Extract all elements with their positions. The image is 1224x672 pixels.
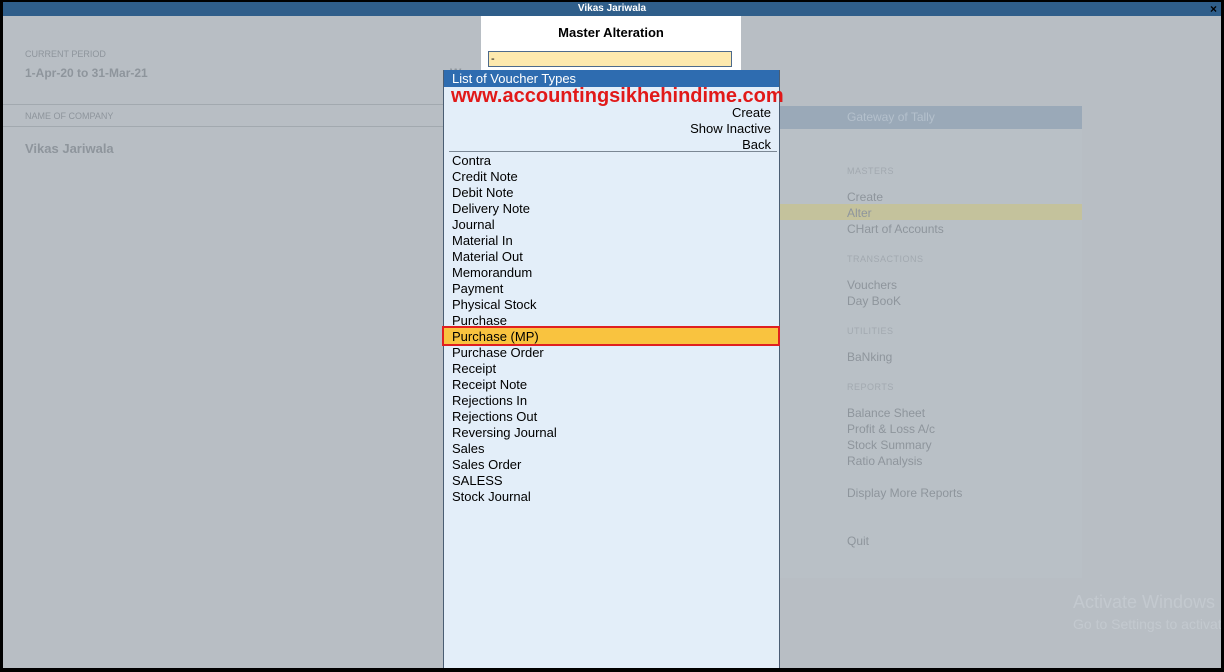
voucher-type-item[interactable]: Material Out: [452, 249, 523, 264]
voucher-type-item[interactable]: Stock Journal: [452, 489, 531, 504]
voucher-type-item[interactable]: Contra: [452, 153, 491, 168]
gateway-item-profit-loss[interactable]: Profit & Loss A/c: [847, 422, 935, 436]
gateway-item-day-book[interactable]: Day BooK: [847, 294, 901, 308]
gateway-item-quit[interactable]: Quit: [847, 534, 869, 548]
company-name-label: NAME OF COMPANY: [25, 111, 114, 121]
voucher-type-item[interactable]: Sales: [452, 441, 485, 456]
transactions-section-label: TRANSACTIONS: [847, 254, 924, 264]
close-icon[interactable]: ×: [1210, 2, 1217, 16]
gateway-item-alter[interactable]: Alter: [847, 206, 872, 220]
master-alteration-input[interactable]: -: [488, 51, 732, 67]
create-button[interactable]: Create: [732, 105, 771, 120]
voucher-type-item[interactable]: Credit Note: [452, 169, 518, 184]
utilities-section-label: UTILITIES: [847, 326, 894, 336]
voucher-type-item[interactable]: Memorandum: [452, 265, 532, 280]
gateway-item-banking[interactable]: BaNking: [847, 350, 892, 364]
voucher-type-item[interactable]: Reversing Journal: [452, 425, 557, 440]
reports-section-label: REPORTS: [847, 382, 894, 392]
current-period-label: CURRENT PERIOD: [25, 49, 106, 59]
title-bar: Vikas Jariwala ×: [3, 2, 1221, 16]
voucher-type-item[interactable]: Purchase (MP): [452, 329, 539, 344]
divider: [3, 104, 443, 105]
show-inactive-button[interactable]: Show Inactive: [690, 121, 771, 136]
company-name: Vikas Jariwala: [25, 141, 114, 156]
voucher-type-item[interactable]: Receipt: [452, 361, 496, 376]
gateway-highlight-bar: [780, 204, 1082, 220]
activate-windows-title: Activate Windows: [1073, 592, 1216, 612]
window-title: Vikas Jariwala: [577, 3, 647, 14]
voucher-type-item[interactable]: Journal: [452, 217, 495, 232]
voucher-type-item[interactable]: Physical Stock: [452, 297, 537, 312]
gateway-item-stock-summary[interactable]: Stock Summary: [847, 438, 932, 452]
activate-windows-hint: Go to Settings to activate Windows.: [1073, 616, 1221, 632]
voucher-type-item[interactable]: Sales Order: [452, 457, 521, 472]
voucher-type-item[interactable]: Rejections In: [452, 393, 527, 408]
list-separator: [449, 151, 777, 152]
voucher-type-item[interactable]: Purchase Order: [452, 345, 544, 360]
master-alteration-title: Master Alteration: [558, 25, 664, 40]
gateway-title: Gateway of Tally: [847, 110, 935, 124]
gateway-item-chart-of-accounts[interactable]: CHart of Accounts: [847, 222, 944, 236]
divider: [3, 126, 443, 127]
gateway-item-create[interactable]: Create: [847, 190, 883, 204]
voucher-type-item[interactable]: Debit Note: [452, 185, 513, 200]
voucher-type-item[interactable]: Material In: [452, 233, 513, 248]
gateway-item-vouchers[interactable]: Vouchers: [847, 278, 897, 292]
voucher-types-list: List of Voucher Types www.accountingsikh…: [442, 70, 784, 668]
voucher-type-item[interactable]: Delivery Note: [452, 201, 530, 216]
gateway-header: Gateway of Tally: [780, 106, 1082, 129]
gateway-of-tally-panel: Gateway of Tally MASTERS Create Alter CH…: [780, 106, 1082, 578]
voucher-type-item[interactable]: Purchase: [452, 313, 507, 328]
gateway-item-ratio-analysis[interactable]: Ratio Analysis: [847, 454, 922, 468]
gateway-item-display-more-reports[interactable]: Display More Reports: [847, 486, 962, 500]
master-alteration-dialog: Master Alteration -: [481, 16, 741, 72]
masters-section-label: MASTERS: [847, 166, 895, 176]
voucher-type-item[interactable]: Payment: [452, 281, 503, 296]
list-title: List of Voucher Types: [452, 71, 577, 86]
gateway-item-balance-sheet[interactable]: Balance Sheet: [847, 406, 925, 420]
voucher-type-item[interactable]: Rejections Out: [452, 409, 537, 424]
voucher-type-item[interactable]: Receipt Note: [452, 377, 527, 392]
back-button[interactable]: Back: [742, 137, 771, 152]
voucher-type-item[interactable]: SALESS: [452, 473, 503, 488]
tally-window: Vikas Jariwala × CURRENT PERIOD 1-Apr-20…: [3, 2, 1221, 668]
current-period-value: 1-Apr-20 to 31-Mar-21: [25, 66, 148, 80]
